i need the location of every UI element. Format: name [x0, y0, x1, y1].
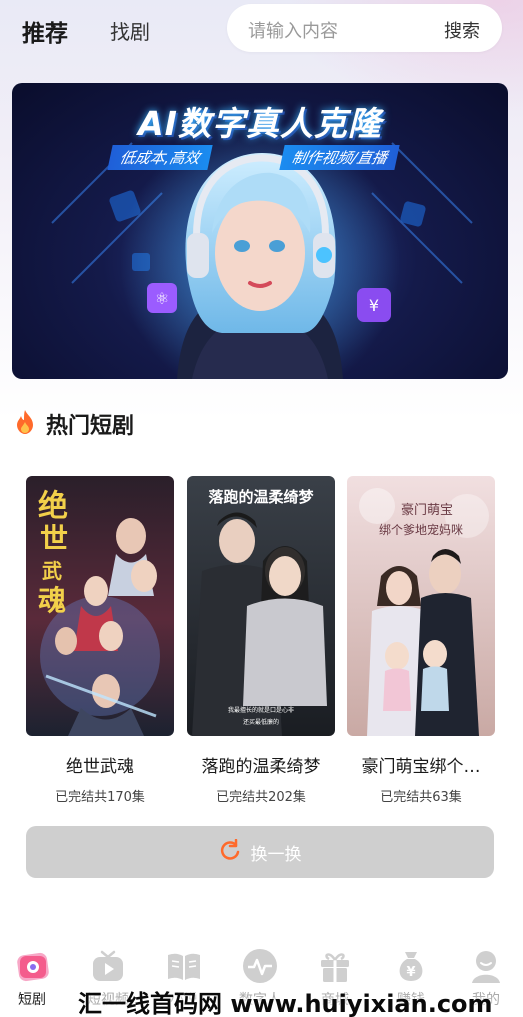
- ad-banner[interactable]: ⚛ ¥ AI数字真人克隆 低成本,高效 制作视频/直播: [12, 83, 508, 379]
- drama-status: 已完结共202集: [216, 790, 306, 805]
- drama-poster[interactable]: 落跑的温柔绮梦 我最擅长的就是口是心非 还买最低廉的: [187, 476, 335, 736]
- search-button[interactable]: 搜索: [444, 17, 480, 43]
- drama-title: 豪门萌宝绑个…: [361, 757, 481, 777]
- drama-title: 落跑的温柔绮梦: [201, 757, 321, 777]
- svg-text:绑个爹地宠妈咪: 绑个爹地宠妈咪: [379, 522, 463, 537]
- hot-drama-header: 热门短剧: [14, 408, 134, 440]
- watermark-text: 汇一线首码网 www.huiyixian.com: [78, 990, 493, 1017]
- svg-text:⚛: ⚛: [155, 289, 169, 308]
- play-icon: [93, 950, 123, 981]
- banner-subtitle-left: 低成本,高效: [107, 145, 213, 170]
- svg-text:绝: 绝: [38, 489, 68, 524]
- drama-poster[interactable]: 绝 世 武 魂: [26, 476, 174, 736]
- short-drama-icon: [17, 952, 49, 982]
- svg-text:落跑的温柔绮梦: 落跑的温柔绮梦: [208, 488, 314, 506]
- drama-status: 已完结共170集: [55, 790, 145, 805]
- svg-text:还买最低廉的: 还买最低廉的: [243, 718, 279, 726]
- svg-text:¥: ¥: [369, 296, 379, 315]
- user-icon: [472, 951, 500, 983]
- search-input[interactable]: 请输入内容: [248, 17, 338, 43]
- drama-poster[interactable]: 豪门萌宝 绑个爹地宠妈咪: [347, 476, 495, 736]
- drama-card[interactable]: 绝 世 武 魂 绝世武魂 已完结共170集: [26, 476, 174, 805]
- svg-text:武: 武: [42, 559, 62, 583]
- svg-text:豪门萌宝: 豪门萌宝: [401, 502, 453, 518]
- tab-find-drama[interactable]: 找剧: [110, 16, 150, 45]
- money-bag-icon: ¥: [399, 952, 423, 981]
- refresh-icon: [219, 838, 241, 866]
- book-icon: [168, 953, 200, 980]
- refresh-label: 换一换: [250, 844, 302, 865]
- svg-text:魂: 魂: [38, 584, 66, 617]
- gift-icon: [321, 953, 349, 982]
- tab-short-drama[interactable]: 短剧: [2, 946, 62, 1009]
- drama-card[interactable]: 豪门萌宝 绑个爹地宠妈咪 豪门萌宝绑个… 已完结共63集: [347, 476, 495, 805]
- top-header: 推荐 找剧 请输入内容 搜索: [0, 0, 523, 56]
- drama-status: 已完结共63集: [380, 790, 462, 805]
- tab-recommend[interactable]: 推荐: [22, 14, 68, 48]
- svg-text:世: 世: [40, 522, 68, 555]
- search-bar: 请输入内容 搜索: [227, 4, 502, 52]
- banner-title: AI数字真人克隆: [138, 104, 382, 143]
- refresh-button[interactable]: 换一换: [26, 826, 494, 878]
- banner-subtitle-right: 制作视频/直播: [279, 145, 400, 170]
- svg-text:¥: ¥: [406, 965, 415, 980]
- tab-label: 短剧: [18, 992, 46, 1008]
- drama-title: 绝世武魂: [66, 757, 134, 777]
- svg-text:我最擅长的就是口是心非: 我最擅长的就是口是心非: [228, 706, 294, 714]
- drama-card[interactable]: 落跑的温柔绮梦 我最擅长的就是口是心非 还买最低廉的 落跑的温柔绮梦 已完结共2…: [187, 476, 335, 805]
- fire-icon: [14, 409, 36, 440]
- pulse-icon: [243, 949, 277, 983]
- section-title: 热门短剧: [46, 414, 135, 439]
